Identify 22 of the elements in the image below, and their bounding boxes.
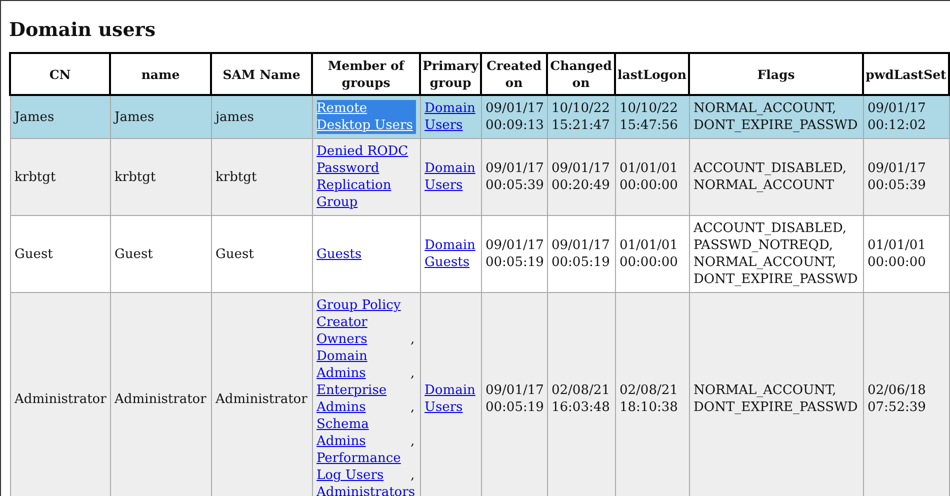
- page-title: Domain users: [9, 18, 156, 42]
- group-link[interactable]: Enterprise Admins: [316, 382, 410, 416]
- group-link[interactable]: Performance Log Users: [316, 450, 410, 484]
- group-link[interactable]: Group Policy Creator Owners: [316, 297, 410, 348]
- table-cell: Administrator: [10, 292, 110, 496]
- table-row[interactable]: [10, 292, 949, 496]
- group-link[interactable]: Guests: [316, 246, 362, 262]
- primary-group-link[interactable]: Domain Users: [424, 382, 476, 416]
- group-link[interactable]: Schema Admins: [316, 416, 410, 450]
- table-row[interactable]: Guest Guest Guest Guests Domain Guests 09/01/17 00:05:19 09/01/17 00:05:19 01/01/01 00:00:00 ACCOUNT_DISABLED, PASSWD_NOTREQD, NORMAL_ACCOUNT, DONT_EXPIRE_PASSWD 01/01/01 00:00:00: [10, 216, 949, 292]
- separator-comma: ,: [410, 366, 415, 381]
- table-row[interactable]: James James james Remote Desktop Users Domain Users 09/01/17 00:09:13 10/10/22 15:21:47 10/10/22 15:47:56 NORMAL_ACCOUNT, DONT_EXPIRE_PASSWD 09/01/17 00:12:02: [10, 95, 949, 138]
- group-link[interactable]: Remote Desktop Users: [316, 100, 416, 134]
- separator-comma: ,: [410, 400, 415, 415]
- column-header: Flags: [689, 53, 863, 95]
- separator-comma: ,: [410, 468, 415, 483]
- column-header: CN: [10, 53, 110, 95]
- group-link[interactable]: Domain Admins: [316, 348, 410, 382]
- separator-comma: ,: [410, 434, 415, 449]
- separator-comma: ,: [410, 332, 415, 347]
- table-row[interactable]: krbtgt krbtgt krbtgt Denied RODC Password Replication Group Domain Users 09/01/17 00:05:39 09/01/17 00:20:49 01/01/01 00:00:00 ACCOUNT_DISABLED, NORMAL_ACCOUNT 09/01/17 00:05:39: [10, 138, 949, 216]
- group-link[interactable]: Administrators: [316, 484, 416, 496]
